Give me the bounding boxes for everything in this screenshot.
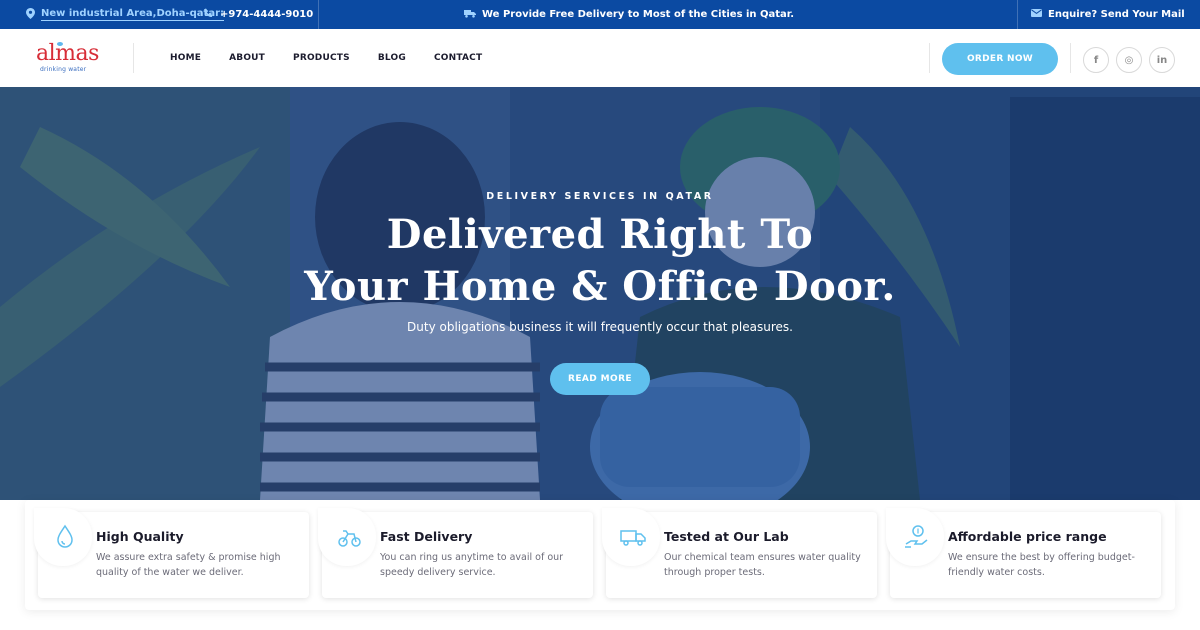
nav-products[interactable]: PRODUCTS — [293, 53, 350, 63]
header-divider — [1070, 43, 1071, 73]
feature-desc: We ensure the best by offering budget-fr… — [948, 552, 1135, 578]
order-now-button[interactable]: ORDER NOW — [942, 43, 1058, 75]
features-strip: High Quality We assure extra safety & pr… — [25, 500, 1175, 610]
hero-eyebrow: DELIVERY SERVICES IN QATAR — [486, 191, 714, 202]
truck-icon — [620, 530, 646, 546]
feature-title: Fast Delivery — [380, 529, 473, 544]
address-info[interactable]: New industrial Area,Doha-qatar: — [26, 0, 224, 29]
feature-title: Affordable price range — [948, 529, 1107, 544]
feature-title: High Quality — [96, 529, 184, 544]
logo[interactable]: almas drinking water — [36, 41, 99, 77]
header-divider — [133, 43, 134, 73]
main-header: almas drinking water HOME ABOUT PRODUCTS… — [0, 29, 1200, 87]
top-bar: New industrial Area,Doha-qatar: +974-444… — [0, 0, 1200, 29]
feature-desc: We assure extra safety & promise high qu… — [96, 552, 281, 578]
price-hand-icon — [905, 525, 928, 548]
phone-info[interactable]: +974-4444-9010 — [204, 0, 313, 29]
mail-info[interactable]: Enquire? Send Your Mail — [1031, 0, 1185, 29]
main-nav: HOME ABOUT PRODUCTS BLOG CONTACT — [170, 29, 510, 87]
water-drop-icon — [57, 524, 73, 548]
hero-title-line-1: Delivered Right To — [386, 211, 814, 258]
hero-section: DELIVERY SERVICES IN QATAR Delivered Rig… — [0, 87, 1200, 500]
logo-text: almas — [36, 41, 99, 66]
header-divider — [929, 43, 930, 73]
feature-desc: You can ring us anytime to avail of our … — [380, 552, 564, 578]
phone-icon — [204, 8, 214, 21]
feature-desc: Our chemical team ensures water quality … — [664, 552, 861, 578]
delivery-bike-icon — [338, 530, 361, 547]
mail-text[interactable]: Enquire? Send Your Mail — [1048, 9, 1185, 20]
feature-card-lab[interactable]: Tested at Our Lab Our chemical team ensu… — [602, 508, 877, 598]
topbar-divider — [318, 0, 319, 29]
nav-contact[interactable]: CONTACT — [434, 53, 482, 63]
nav-blog[interactable]: BLOG — [378, 53, 406, 63]
mail-icon — [1031, 9, 1042, 20]
nav-about[interactable]: ABOUT — [229, 53, 265, 63]
delivery-note: We Provide Free Delivery to Most of the … — [464, 0, 794, 29]
topbar-divider — [1017, 0, 1018, 29]
read-more-button[interactable]: READ MORE — [550, 363, 650, 395]
instagram-icon[interactable]: ◎ — [1116, 47, 1142, 73]
delivery-note-text: We Provide Free Delivery to Most of the … — [482, 9, 795, 20]
feature-card-delivery[interactable]: Fast Delivery You can ring us anytime to… — [318, 508, 593, 598]
truck-small-icon — [464, 9, 476, 21]
feature-title: Tested at Our Lab — [664, 529, 789, 544]
hero-title: Delivered Right To Your Home & Office Do… — [0, 209, 1200, 313]
logo-tagline: drinking water — [40, 66, 87, 73]
address-text[interactable]: New industrial Area,Doha-qatar: — [41, 8, 224, 21]
feature-card-quality[interactable]: High Quality We assure extra safety & pr… — [34, 508, 309, 598]
hero-title-line-2: Your Home & Office Door. — [304, 263, 896, 310]
feature-card-price[interactable]: Affordable price range We ensure the bes… — [886, 508, 1161, 598]
location-pin-icon — [26, 7, 35, 22]
hero-subtitle: Duty obligations business it will freque… — [407, 320, 793, 334]
linkedin-icon[interactable]: in — [1149, 47, 1175, 73]
nav-home[interactable]: HOME — [170, 53, 201, 63]
facebook-icon[interactable]: f — [1083, 47, 1109, 73]
phone-text[interactable]: +974-4444-9010 — [220, 9, 313, 20]
